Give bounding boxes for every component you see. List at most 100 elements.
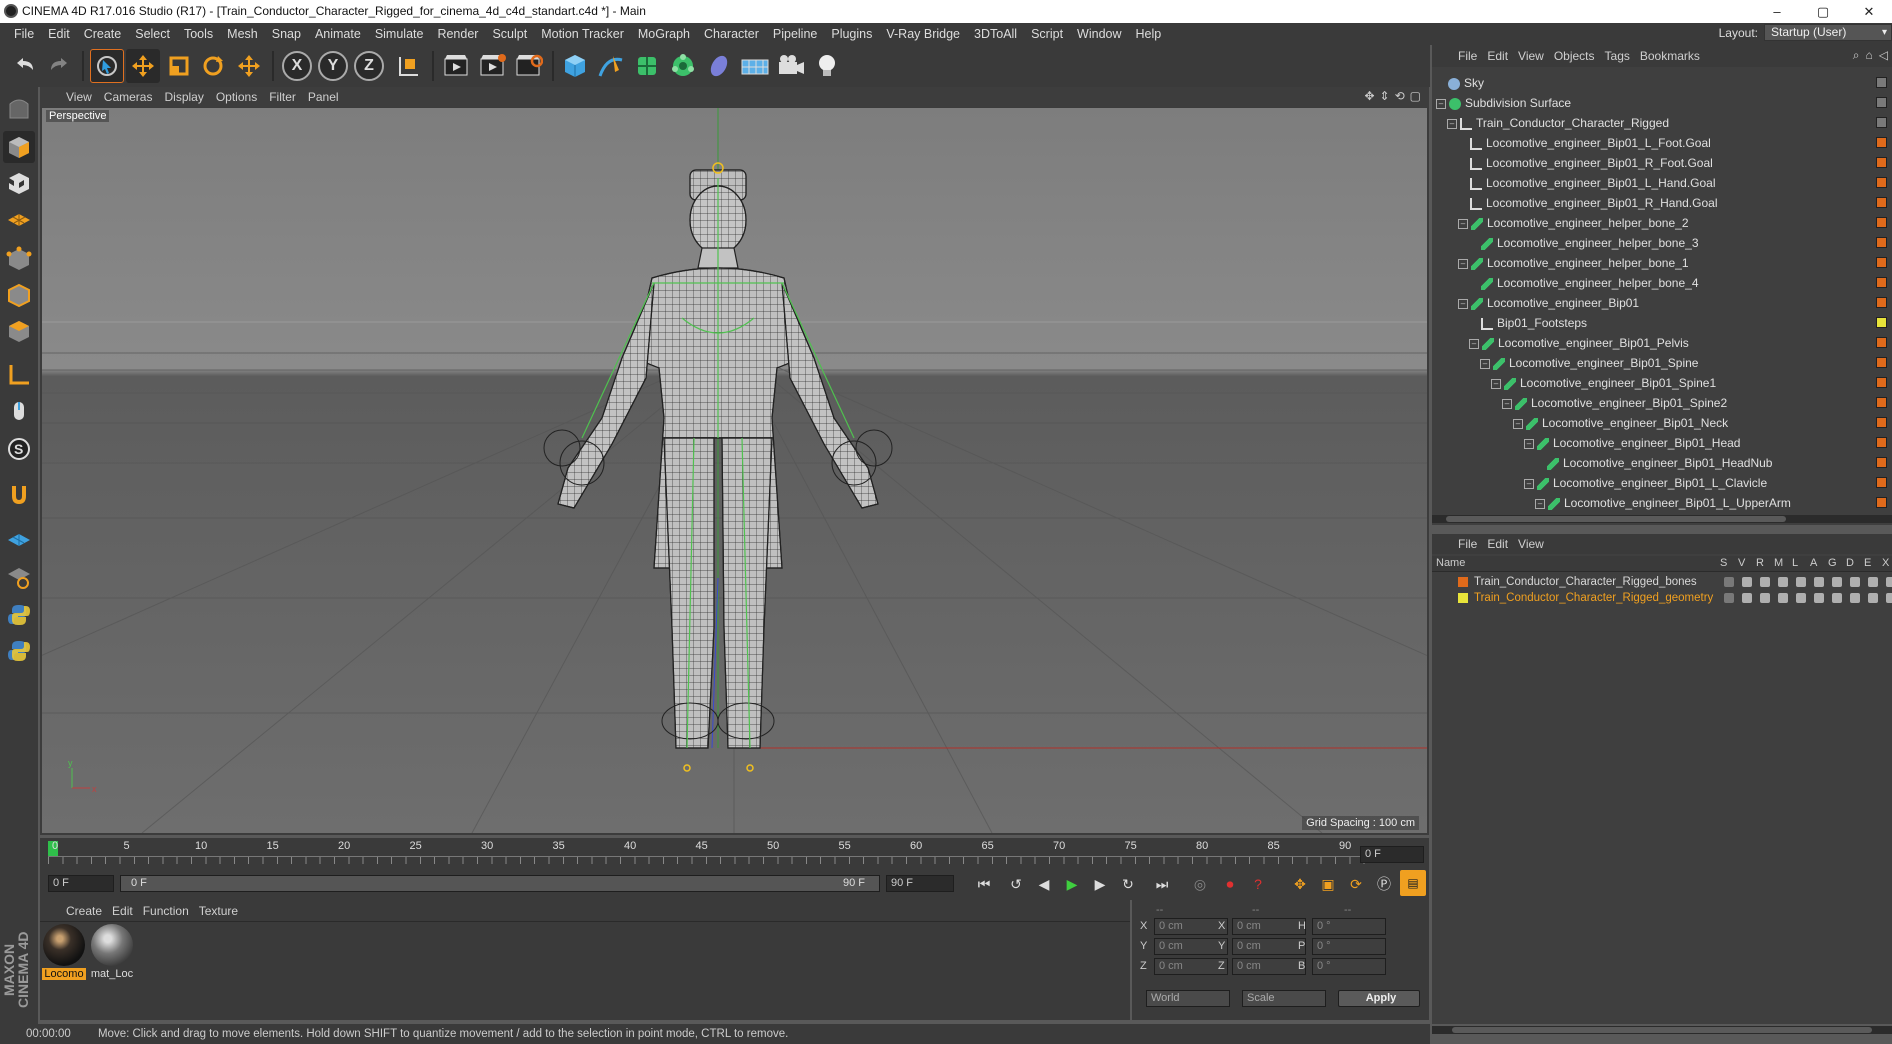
coordinate-space-dropdown[interactable]: World <box>1146 990 1230 1007</box>
object-row[interactable]: – Locomotive_engineer_Bip01_Pelvis <box>1432 333 1862 353</box>
object-menu-tags[interactable]: Tags <box>1605 49 1640 63</box>
object-row[interactable]: – Locomotive_engineer_Bip01_Spine <box>1432 353 1862 373</box>
coord-position-field[interactable]: 0 cm <box>1154 958 1228 975</box>
maximize-viewport-icon[interactable]: ▢ <box>1410 89 1421 103</box>
x-axis-lock-button[interactable]: X <box>282 51 312 81</box>
menu-snap[interactable]: Snap <box>266 27 309 41</box>
scale-tool-icon[interactable] <box>162 49 196 83</box>
object-row[interactable]: Locomotive_engineer_Bip01_L_Hand.Goal <box>1432 173 1862 193</box>
end-frame-field[interactable]: 90 F <box>886 875 954 892</box>
next-frame-icon[interactable]: ▶ <box>1088 873 1112 895</box>
position-key-icon[interactable]: ✥ <box>1288 873 1312 895</box>
start-frame-field[interactable]: 0 F <box>48 875 114 892</box>
deformer-bend-icon[interactable] <box>702 49 736 83</box>
fold-toggle-icon[interactable]: – <box>1458 218 1468 229</box>
layer-toggle-icon[interactable] <box>1886 593 1892 603</box>
previous-key-icon[interactable]: ↺ <box>1004 873 1028 895</box>
play-icon[interactable]: ▶ <box>1060 873 1084 895</box>
object-row[interactable]: – Locomotive_engineer_Bip01_L_Clavicle <box>1432 473 1862 493</box>
layer-color-chip[interactable] <box>1876 317 1887 328</box>
model-mode-icon[interactable] <box>3 131 35 163</box>
viewport-menu-view[interactable]: View <box>64 90 102 104</box>
timeline-ruler[interactable]: 0 5 10 15 20 25 30 35 40 45 50 55 60 65 70 75 80 85 90 0 F <box>40 838 1429 868</box>
next-key-icon[interactable]: ↻ <box>1116 873 1140 895</box>
object-menu-view[interactable]: View <box>1518 49 1554 63</box>
layer-color-chip[interactable] <box>1876 117 1887 128</box>
layer-color-chip[interactable] <box>1876 157 1887 168</box>
coord-rotation-field[interactable]: 0 ° <box>1312 938 1386 955</box>
viewport-menu-options[interactable]: Options <box>214 90 267 104</box>
layer-toggle-icon[interactable] <box>1886 577 1892 587</box>
viewport-solo-icon[interactable] <box>3 525 35 557</box>
fold-toggle-icon[interactable]: – <box>1491 378 1501 389</box>
layer-toggle-icon[interactable] <box>1850 577 1860 587</box>
fold-toggle-icon[interactable]: – <box>1535 498 1545 509</box>
layout-dropdown[interactable]: Startup (User) <box>1764 24 1892 41</box>
previous-frame-icon[interactable]: ◀ <box>1032 873 1056 895</box>
layer-color-chip[interactable] <box>1876 357 1887 368</box>
layer-toggle-icon[interactable] <box>1742 593 1752 603</box>
coordinate-system-icon[interactable] <box>392 49 426 83</box>
menu-help[interactable]: Help <box>1130 27 1170 41</box>
menu-mesh[interactable]: Mesh <box>221 27 266 41</box>
coordinate-mode-dropdown[interactable]: Scale <box>1242 990 1326 1007</box>
layer-row[interactable]: Train_Conductor_Character_Rigged_geometr… <box>1432 590 1892 606</box>
layer-color-swatch[interactable] <box>1458 577 1468 587</box>
keyframe-selection-icon[interactable]: ? <box>1246 873 1270 895</box>
go-to-start-icon[interactable]: ⏮ <box>972 873 996 895</box>
layer-color-chip[interactable] <box>1876 437 1887 448</box>
layer-column-s[interactable]: S <box>1720 557 1727 569</box>
fold-toggle-icon[interactable]: – <box>1502 398 1512 409</box>
layer-column-v[interactable]: V <box>1738 557 1745 569</box>
layer-color-chip[interactable] <box>1876 297 1887 308</box>
cube-primitive-icon[interactable] <box>558 49 592 83</box>
layer-column-r[interactable]: R <box>1756 557 1764 569</box>
python-script-2-icon[interactable] <box>3 635 35 667</box>
fold-toggle-icon[interactable]: – <box>1458 258 1468 269</box>
viewport-menu-panel[interactable]: Panel <box>306 90 349 104</box>
layer-column-x[interactable]: X <box>1882 557 1889 569</box>
viewport-solo-hierarchy-icon[interactable] <box>3 561 35 593</box>
menu-motion-tracker[interactable]: Motion Tracker <box>535 27 632 41</box>
menu-character[interactable]: Character <box>698 27 767 41</box>
fold-toggle-icon[interactable]: – <box>1447 118 1457 129</box>
fold-toggle-icon[interactable]: – <box>1469 338 1479 349</box>
layer-color-chip[interactable] <box>1876 97 1887 108</box>
layer-menu-file[interactable]: File <box>1458 537 1487 551</box>
coord-size-field[interactable]: 0 cm <box>1232 918 1306 935</box>
layer-toggle-icon[interactable] <box>1850 593 1860 603</box>
layer-row[interactable]: Train_Conductor_Character_Rigged_bones <box>1432 574 1892 590</box>
maximize-button[interactable]: ▢ <box>1800 0 1846 23</box>
floor-environment-icon[interactable] <box>738 49 772 83</box>
points-mode-icon[interactable] <box>3 243 35 275</box>
fold-toggle-icon[interactable]: – <box>1458 298 1468 309</box>
minimize-button[interactable]: – <box>1754 0 1800 23</box>
coord-position-field[interactable]: 0 cm <box>1154 918 1228 935</box>
menu-mograph[interactable]: MoGraph <box>632 27 698 41</box>
menu-3dtoall[interactable]: 3DToAll <box>968 27 1025 41</box>
object-menu-edit[interactable]: Edit <box>1487 49 1518 63</box>
scale-key-icon[interactable]: ▣ <box>1316 873 1340 895</box>
layer-menu-edit[interactable]: Edit <box>1487 537 1518 551</box>
render-settings-icon[interactable] <box>512 49 546 83</box>
material-thumb-locomo[interactable]: Locomo <box>42 924 86 984</box>
fold-toggle-icon[interactable]: – <box>1480 358 1490 369</box>
coord-rotation-field[interactable]: 0 ° <box>1312 958 1386 975</box>
magnet-icon[interactable] <box>3 479 35 511</box>
menu-edit[interactable]: Edit <box>42 27 78 41</box>
texture-mode-icon[interactable] <box>3 167 35 199</box>
layer-toggle-icon[interactable] <box>1868 593 1878 603</box>
layer-color-chip[interactable] <box>1876 177 1887 188</box>
layer-column-g[interactable]: G <box>1828 557 1837 569</box>
orbit-icon[interactable]: ⟲ <box>1395 89 1405 103</box>
close-button[interactable]: ✕ <box>1846 0 1892 23</box>
material-menu-create[interactable]: Create <box>66 904 112 918</box>
layer-color-chip[interactable] <box>1876 257 1887 268</box>
layer-color-swatch[interactable] <box>1458 593 1468 603</box>
polygons-mode-icon[interactable] <box>3 315 35 347</box>
snapping-icon[interactable]: S <box>3 433 35 465</box>
coord-position-field[interactable]: 0 cm <box>1154 938 1228 955</box>
layer-toggle-icon[interactable] <box>1760 577 1770 587</box>
redo-icon[interactable] <box>42 49 76 83</box>
material-thumb-mat-loc[interactable]: mat_Loc <box>90 924 134 984</box>
